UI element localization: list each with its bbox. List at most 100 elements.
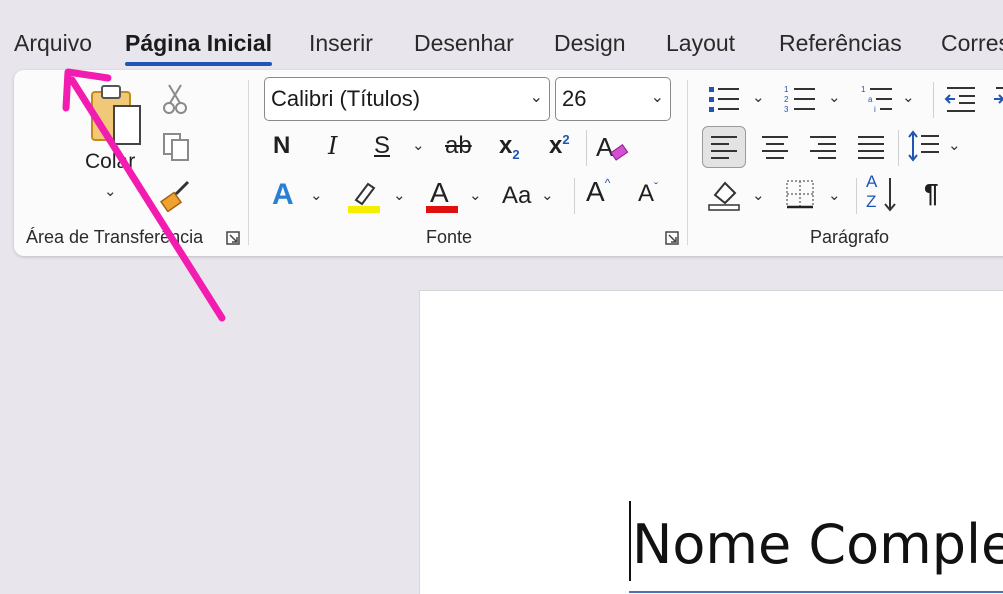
tab-desenhar[interactable]: Desenhar <box>414 30 514 57</box>
svg-text:a: a <box>868 95 873 104</box>
align-left-icon <box>711 136 737 159</box>
multilevel-chevron-icon[interactable]: ⌄ <box>902 88 915 106</box>
font-name-value: Calibri (Títulos) <box>271 86 421 111</box>
superscript-x: x <box>549 132 563 159</box>
paste-dropdown-chevron-icon[interactable]: ⌄ <box>104 182 117 200</box>
italic-button[interactable]: I <box>328 132 337 160</box>
line-spacing-button[interactable] <box>906 128 942 164</box>
font-size-value: 26 <box>562 86 587 111</box>
show-formatting-marks-button[interactable]: ¶ <box>924 178 938 209</box>
increase-indent-button[interactable] <box>992 82 1003 116</box>
borders-chevron-icon[interactable]: ⌄ <box>828 186 841 204</box>
svg-text:A: A <box>596 132 614 162</box>
multilevel-list-button[interactable]: 1ai <box>859 82 895 116</box>
separator <box>586 130 587 166</box>
text-effects-chevron-icon[interactable]: ⌄ <box>310 186 323 204</box>
borders-icon <box>786 180 814 209</box>
tab-correspondencias[interactable]: Corres <box>941 30 1003 57</box>
separator <box>574 178 575 214</box>
document-title-text[interactable]: Nome Comple <box>632 513 1003 576</box>
separator <box>856 178 857 214</box>
copy-button[interactable] <box>160 130 192 164</box>
font-group-label: Fonte <box>426 227 473 247</box>
increase-indent-icon <box>994 87 1003 104</box>
justify-icon <box>858 136 884 159</box>
grow-font-button[interactable]: A^ <box>586 176 610 208</box>
tab-design[interactable]: Design <box>554 30 626 57</box>
tab-inserir[interactable]: Inserir <box>309 30 373 57</box>
cut-button[interactable] <box>160 82 190 116</box>
align-right-icon <box>810 136 836 159</box>
decrease-indent-icon <box>944 87 975 112</box>
change-case-button[interactable]: Aa <box>502 182 531 210</box>
clipboard-dialog-launcher-icon[interactable] <box>225 230 241 246</box>
tab-layout[interactable]: Layout <box>666 30 735 57</box>
document-page[interactable]: Nome Comple <box>419 290 1003 594</box>
shrink-font-button[interactable]: Aˇ <box>638 180 658 208</box>
font-name-select[interactable]: Calibri (Títulos) ⌄ <box>264 77 550 121</box>
highlight-button[interactable] <box>346 178 382 214</box>
tab-referencias[interactable]: Referências <box>779 30 902 57</box>
highlighter-icon <box>348 182 380 213</box>
clipboard-group-label: Área de Transferência <box>26 227 204 247</box>
justify-button[interactable] <box>854 130 888 164</box>
paste-icon <box>91 85 141 145</box>
multilevel-list-icon: 1ai <box>861 85 892 114</box>
format-painter-icon <box>160 180 190 212</box>
separator <box>933 82 934 118</box>
numbering-chevron-icon[interactable]: ⌄ <box>828 88 841 106</box>
bullets-button[interactable] <box>706 82 742 116</box>
change-case-chevron-icon[interactable]: ⌄ <box>541 186 554 204</box>
svg-text:3: 3 <box>784 105 789 114</box>
strikethrough-button[interactable]: ab <box>445 132 472 160</box>
format-painter-button[interactable] <box>160 178 194 212</box>
paste-label[interactable]: Colar <box>85 150 135 174</box>
borders-button[interactable] <box>782 176 818 212</box>
underline-dropdown-chevron-icon[interactable]: ⌄ <box>412 136 425 154</box>
superscript-button[interactable]: x2 <box>549 132 570 160</box>
align-center-button[interactable] <box>758 130 792 164</box>
shrink-font-label: A <box>638 180 655 207</box>
ribbon-panel: Colar ⌄ Área de Transferência Calibri (T… <box>14 70 1003 256</box>
decrease-indent-button[interactable] <box>942 82 978 116</box>
numbering-button[interactable]: 123 <box>782 82 818 116</box>
grow-font-label: A <box>586 176 605 207</box>
tab-pagina-inicial[interactable]: Página Inicial <box>125 30 272 66</box>
clear-formatting-button[interactable]: A <box>594 130 630 166</box>
highlight-chevron-icon[interactable]: ⌄ <box>393 186 406 204</box>
font-color-chevron-icon[interactable]: ⌄ <box>469 186 482 204</box>
bold-button[interactable]: N <box>273 132 290 160</box>
superscript-mark: 2 <box>562 132 570 147</box>
bullets-chevron-icon[interactable]: ⌄ <box>752 88 765 106</box>
font-size-select[interactable]: 26 ⌄ <box>555 77 671 121</box>
line-spacing-chevron-icon[interactable]: ⌄ <box>948 136 961 154</box>
copy-icon <box>163 133 189 161</box>
group-separator <box>248 80 249 245</box>
underline-button[interactable]: S <box>374 132 390 160</box>
grow-font-caret-icon: ^ <box>604 176 611 190</box>
shading-button[interactable] <box>706 176 742 212</box>
paste-button[interactable] <box>88 82 146 158</box>
line-spacing-icon <box>908 130 939 162</box>
font-dialog-launcher-icon[interactable] <box>664 230 680 246</box>
shading-chevron-icon[interactable]: ⌄ <box>752 186 765 204</box>
bullet-list-icon <box>709 87 739 112</box>
subscript-mark: 2 <box>512 146 520 162</box>
text-effects-button[interactable]: A <box>272 178 294 212</box>
font-color-icon: A <box>426 177 458 213</box>
cut-icon <box>163 84 187 114</box>
font-color-button[interactable]: A <box>424 176 460 214</box>
text-cursor <box>629 501 631 581</box>
subscript-button[interactable]: x2 <box>499 132 520 162</box>
separator <box>898 130 899 166</box>
sort-button[interactable]: A Z <box>864 172 900 214</box>
paragraph-group-label: Parágrafo <box>810 227 890 247</box>
svg-text:1: 1 <box>861 85 866 94</box>
svg-text:A: A <box>430 177 449 208</box>
tab-arquivo[interactable]: Arquivo <box>14 30 92 57</box>
align-left-button[interactable] <box>702 126 746 168</box>
chevron-down-icon: ⌄ <box>650 89 664 106</box>
chevron-down-icon: ⌄ <box>529 89 543 106</box>
align-right-button[interactable] <box>806 130 840 164</box>
sort-arrow-icon <box>884 178 896 212</box>
